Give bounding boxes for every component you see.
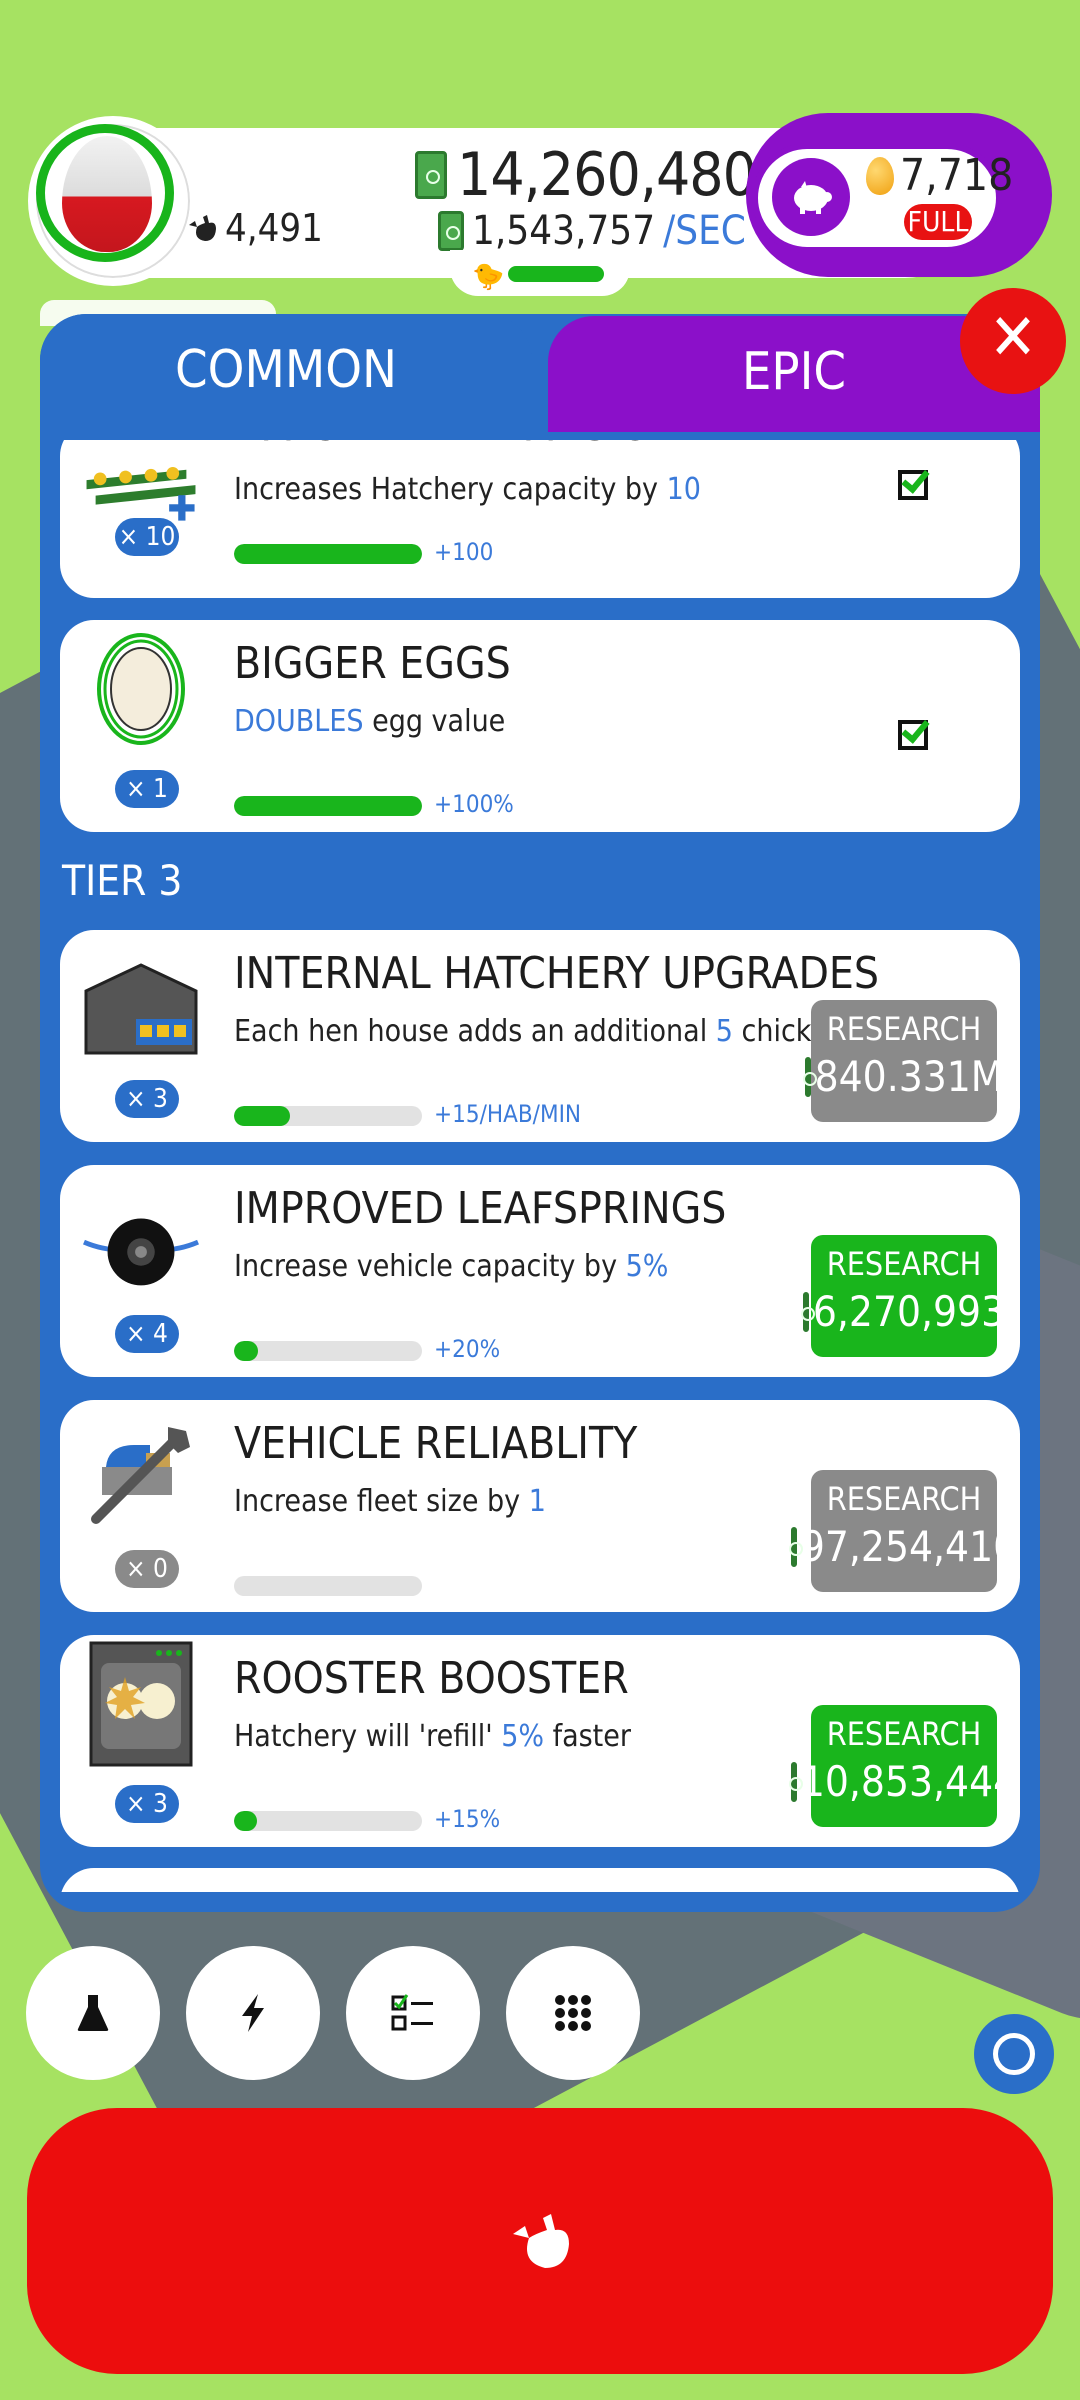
checklist-icon (391, 1994, 433, 2031)
completed-check-icon (898, 470, 928, 500)
research-item: INTERNAL HATCHERY UPGRADES Each hen hous… (60, 930, 1020, 1142)
chicken-count-value: 4,491 (225, 206, 323, 250)
cash-icon (415, 151, 447, 199)
rooster-booster-icon (82, 1641, 200, 1767)
progress-fill (234, 796, 422, 816)
research-bonus: +15% (434, 1805, 501, 1833)
cash-icon (802, 1056, 817, 1097)
research-item: HATCHERY EXPANSION Increases Hatchery ca… (60, 440, 1020, 598)
research-progress-bar (234, 1106, 422, 1126)
research-button[interactable]: RESEARCH 840.331M (802, 1000, 1003, 1122)
cash-icon (788, 1761, 803, 1802)
wheel-icon (82, 1195, 200, 1305)
missions-button[interactable] (346, 1946, 480, 2080)
close-button[interactable]: ✕ (960, 288, 1066, 394)
cash-icon (438, 211, 464, 251)
research-desc: DOUBLES egg value (234, 704, 506, 739)
research-cost: 97,254,410 (800, 1522, 1018, 1571)
research-desc: Increase fleet size by 1 (234, 1484, 546, 1519)
research-progress-bar (234, 1576, 422, 1596)
progress-fill (234, 1106, 291, 1126)
completed-check-icon (898, 720, 928, 750)
hen-house-icon (82, 954, 200, 1064)
grid-icon (555, 1995, 591, 2031)
research-button[interactable]: RESEARCH 10,853,444 (788, 1705, 1017, 1827)
lightning-icon (242, 1994, 264, 2032)
research-desc: Hatchery will 'refill' 5% faster (234, 1719, 631, 1754)
golden-egg-icon (866, 156, 894, 195)
research-bonus: +100 (434, 538, 494, 566)
research-title: VEHICLE RELIABLITY (234, 1418, 638, 1469)
research-progress-bar (234, 1811, 422, 1831)
research-level-badge: × 3 (115, 1785, 179, 1823)
chicken-count: 4,491 (185, 206, 323, 250)
progress-fill (234, 1341, 259, 1361)
hatch-chicken-button[interactable] (27, 2108, 1053, 2374)
research-level-badge: × 10 (115, 518, 179, 556)
rate-value: 1,543,757 (472, 208, 656, 254)
golden-eggs-count: 7,718 (866, 150, 1013, 201)
chick-icon: 🐤 (472, 262, 505, 292)
income-rate: 1,543,757/SEC (438, 208, 746, 254)
research-bonus: +15/HAB/MIN (434, 1100, 582, 1128)
research-desc: Increase vehicle capacity by 5% (234, 1249, 669, 1284)
piggy-bank-button[interactable] (772, 158, 850, 236)
research-item: VEHICLE RELIABLITY Increase fleet size b… (60, 1400, 1020, 1612)
research-progress-bar (234, 544, 422, 564)
research-title: ROOSTER BOOSTER (234, 1653, 629, 1704)
research-level-badge: × 1 (115, 770, 179, 808)
money-display: 14,260,480 (415, 140, 757, 210)
research-desc: Increases Hatchery capacity by 10 (234, 472, 701, 507)
piggy-bank-icon (794, 181, 832, 214)
tier-label: TIER 3 (62, 856, 183, 905)
research-item: ROOSTER BOOSTER Hatchery will 'refill' 5… (60, 1635, 1020, 1847)
research-bonus: +20% (434, 1335, 501, 1363)
research-bonus: +100% (434, 790, 514, 818)
rate-unit: /SEC (663, 208, 746, 254)
drone-progress-bar (508, 266, 604, 282)
research-list[interactable]: HATCHERY EXPANSION Increases Hatchery ca… (60, 440, 1020, 1892)
menu-grid-button[interactable] (506, 1946, 640, 2080)
progress-fill (234, 544, 422, 564)
piggy-full-badge: FULL (904, 204, 972, 240)
research-button[interactable]: RESEARCH 97,254,410 (788, 1470, 1017, 1592)
research-progress-bar (234, 796, 422, 816)
research-item (60, 1868, 1020, 1892)
cash-icon (800, 1291, 815, 1332)
egg-icon (82, 633, 200, 745)
chicken-icon (189, 215, 216, 241)
chicken-icon (513, 2214, 569, 2268)
research-title: INTERNAL HATCHERY UPGRADES (234, 948, 880, 999)
research-item: IMPROVED LEAFSPRINGS Increase vehicle ca… (60, 1165, 1020, 1377)
research-cost: 10,853,444 (800, 1757, 1018, 1806)
research-title: IMPROVED LEAFSPRINGS (234, 1183, 727, 1234)
cash-icon (788, 1526, 803, 1567)
money-value: 14,260,480 (457, 140, 757, 210)
research-button[interactable]: RESEARCH 6,270,993 (800, 1235, 1005, 1357)
research-progress-bar (234, 1341, 422, 1361)
close-icon: ✕ (988, 301, 1038, 375)
progress-fill (234, 1811, 257, 1831)
research-title: BIGGER EGGS (234, 638, 511, 689)
research-title: HATCHERY EXPANSION (234, 440, 680, 451)
circle-icon (993, 2033, 1035, 2075)
boosts-button[interactable] (186, 1946, 320, 2080)
research-menu-button[interactable] (26, 1946, 160, 2080)
golden-eggs-value: 7,718 (900, 150, 1014, 201)
tab-common[interactable]: COMMON (40, 314, 532, 432)
research-cost: 6,270,993 (812, 1287, 1006, 1336)
research-level-badge: × 3 (115, 1080, 179, 1118)
flask-icon (77, 1995, 109, 2031)
research-cost: 840.331M (814, 1052, 1004, 1101)
camera-toggle-button[interactable] (974, 2014, 1054, 2094)
research-level-badge: × 0 (115, 1550, 179, 1588)
wrench-truck-icon (82, 1420, 200, 1530)
research-level-badge: × 4 (115, 1315, 179, 1353)
research-item: BIGGER EGGS DOUBLES egg value × 1 +100% (60, 620, 1020, 832)
